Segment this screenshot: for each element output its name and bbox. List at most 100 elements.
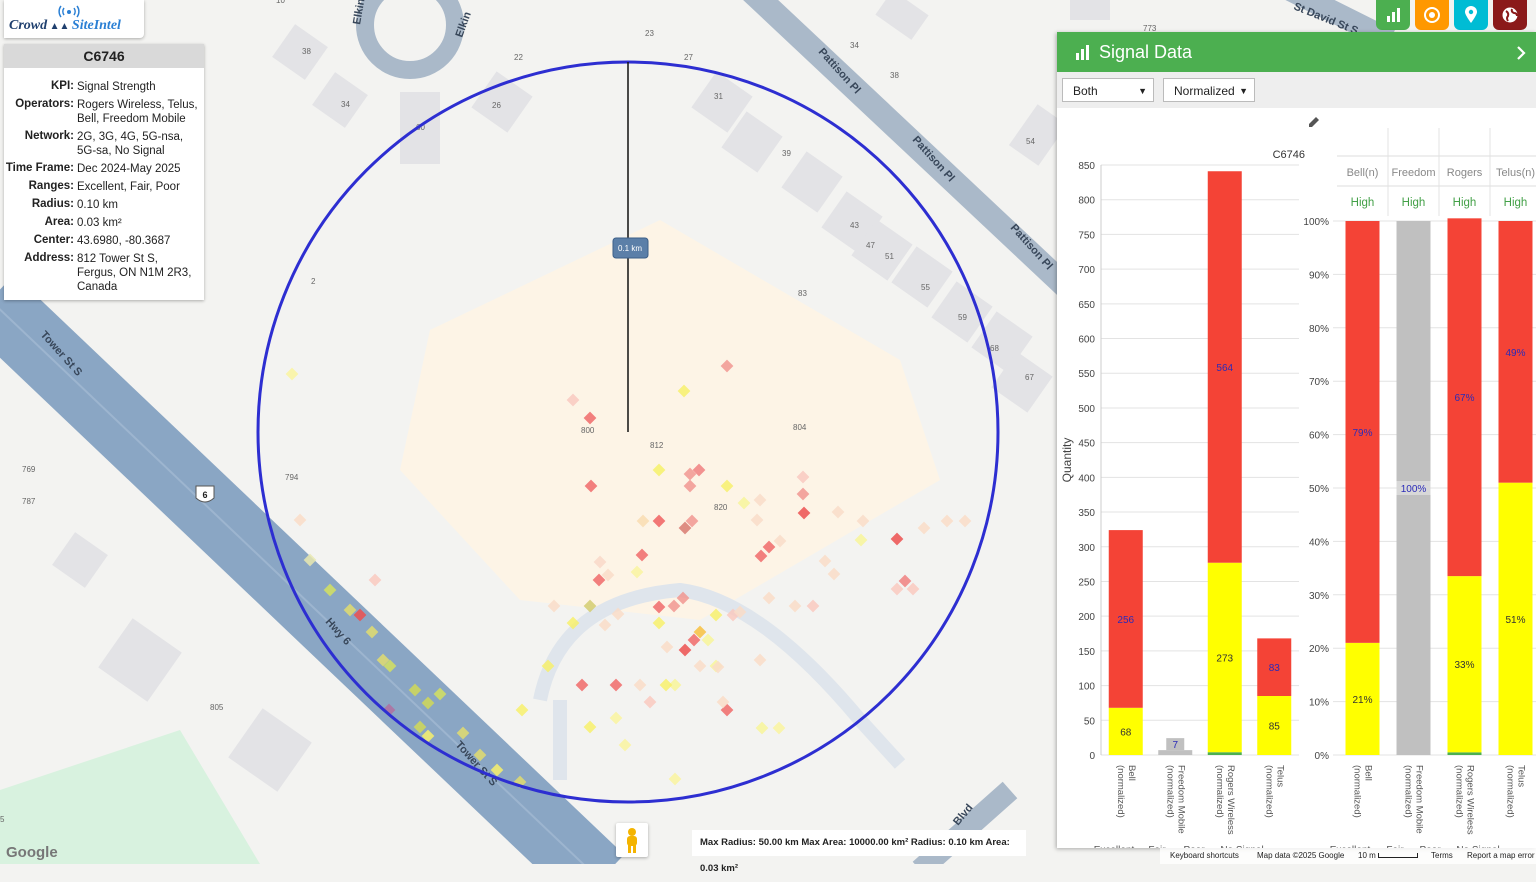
report-error-link[interactable]: Report a map error [1467, 849, 1535, 863]
y-tick-label: 100 [1078, 682, 1095, 693]
house-number: 54 [1026, 137, 1035, 146]
y-tick-label: 30% [1309, 591, 1329, 602]
house-number: 769 [22, 465, 36, 474]
info-row: Address: 812 Tower St S, Fergus, ON N1M 2… [4, 252, 204, 294]
house-number: 794 [285, 473, 299, 482]
house-number: 5 [0, 815, 5, 824]
bar-chart-control[interactable] [1376, 0, 1410, 30]
x-tick-label-line: (normalized) [1352, 765, 1363, 818]
y-tick-label: 150 [1078, 647, 1095, 658]
chevron-down-icon: ▼ [1138, 86, 1147, 96]
data-label: 83 [1269, 663, 1281, 674]
house-number: 22 [514, 53, 523, 62]
column-header: Telus(n) [1496, 167, 1535, 179]
x-tick-label: Bell(normalized) [1352, 765, 1374, 818]
y-tick-label: 80% [1309, 324, 1329, 335]
house-number: 39 [782, 149, 791, 158]
info-value: 43.6980, -80.3687 [77, 235, 171, 247]
info-key: Area: [44, 216, 74, 228]
column-value: High [1402, 197, 1426, 209]
column-header: Freedom [1391, 167, 1435, 179]
scale-dropdown[interactable]: Normalized ▼ [1163, 78, 1255, 102]
bar-segment[interactable] [1447, 752, 1482, 755]
house-number: 812 [650, 441, 664, 450]
info-value: Dec 2024-May 2025 [77, 163, 181, 175]
signal-panel-title: Signal Data [1099, 42, 1193, 62]
scale-bar [1378, 853, 1418, 858]
chevron-down-icon: ▼ [1239, 86, 1248, 96]
site-info-panel: C6746 KPI: Signal Strength Operators: Roger… [4, 44, 204, 300]
house-number: 55 [921, 283, 930, 292]
data-label: 100% [1401, 484, 1427, 495]
data-label: 564 [1216, 363, 1233, 374]
info-key: Address: [24, 252, 74, 264]
info-key: Radius: [31, 198, 74, 210]
house-number: 27 [684, 53, 693, 62]
globe-icon [1502, 7, 1518, 23]
info-row: Radius: 0.10 km [4, 198, 204, 212]
y-tick-label: 100% [1303, 217, 1329, 228]
y-tick-label: 50% [1309, 484, 1329, 495]
y-tick-label: 550 [1078, 369, 1095, 380]
y-tick-label: 800 [1078, 196, 1095, 207]
y-tick-label: 350 [1078, 508, 1095, 519]
column-value: High [1351, 197, 1375, 209]
location-pin-icon [1465, 6, 1477, 23]
x-tick-label: Telus(normalized) [1263, 765, 1285, 818]
y-tick-label: 450 [1078, 439, 1095, 450]
info-row: Ranges: Excellent, Fair, Poor [4, 180, 204, 194]
svg-text:0.1 km: 0.1 km [618, 244, 642, 253]
mode-dropdown[interactable]: Both ▼ [1062, 78, 1154, 102]
crowdsiteintel-logo: Crowd ▲▲ SiteIntel [4, 0, 144, 38]
x-tick-label-line: Rogers Wireless [1225, 765, 1236, 835]
y-tick-label: 60% [1309, 431, 1329, 442]
info-key: Operators: [15, 98, 74, 110]
terms-link[interactable]: Terms [1431, 849, 1453, 863]
info-key: Time Frame: [5, 162, 74, 174]
location-control[interactable] [1454, 0, 1488, 30]
x-tick-label-line: Freedom Mobile [1175, 765, 1186, 834]
house-number: 800 [581, 426, 595, 435]
y-tick-label: 0% [1315, 751, 1330, 762]
data-label: 85 [1269, 722, 1281, 733]
logo-siteintel: SiteIntel [71, 18, 121, 33]
house-number: 34 [341, 100, 350, 109]
chart-site-name: C6746 [1273, 149, 1305, 161]
logo-text: Crowd ▲▲ SiteIntel [9, 18, 121, 33]
house-number: 2 [311, 277, 316, 286]
target-control[interactable] [1415, 0, 1449, 30]
house-number: 26 [492, 101, 501, 110]
x-tick-label-line: (normalized) [1263, 765, 1274, 818]
info-key: KPI: [51, 80, 74, 92]
house-number: 820 [714, 503, 728, 512]
house-number: 51 [885, 252, 894, 261]
info-row: Area: 0.03 km² [4, 216, 204, 230]
y-axis-label: Quantity [1060, 438, 1074, 483]
x-tick-label: Freedom Mobile(normalized) [1164, 765, 1186, 834]
chevron-right-icon[interactable] [1516, 46, 1526, 60]
bar-segment[interactable] [1207, 752, 1242, 755]
x-tick-label-line: Telus [1274, 765, 1285, 787]
scale-dropdown-value: Normalized [1174, 84, 1235, 98]
map-scale: 10 m [1358, 851, 1376, 860]
info-rows: KPI: Signal Strength Operators: Rogers Wire… [4, 68, 204, 294]
map-data-credit: Map data ©2025 Google [1257, 851, 1345, 860]
globe-control[interactable] [1493, 0, 1527, 30]
data-label: 51% [1505, 615, 1525, 626]
house-number: 23 [645, 29, 654, 38]
y-tick-label: 10% [1309, 698, 1329, 709]
y-tick-label: 300 [1078, 543, 1095, 554]
house-number: 59 [958, 313, 967, 322]
info-value: Rogers Wireless, Telus, Bell, Freedom Mo… [77, 99, 198, 125]
y-tick-label: 40% [1309, 537, 1329, 548]
edit-pencil-icon[interactable] [1308, 116, 1320, 128]
keyboard-shortcuts-link[interactable]: Keyboard shortcuts [1170, 849, 1239, 863]
y-tick-label: 20% [1309, 644, 1329, 655]
x-tick-label: Rogers Wireless(normalized) [1454, 765, 1476, 835]
data-label: 68 [1120, 727, 1132, 738]
info-key: Ranges: [28, 180, 74, 192]
house-number: 67 [1025, 373, 1034, 382]
data-label: 256 [1117, 615, 1134, 626]
target-icon [1424, 7, 1440, 23]
street-view-pegman[interactable] [616, 823, 648, 857]
